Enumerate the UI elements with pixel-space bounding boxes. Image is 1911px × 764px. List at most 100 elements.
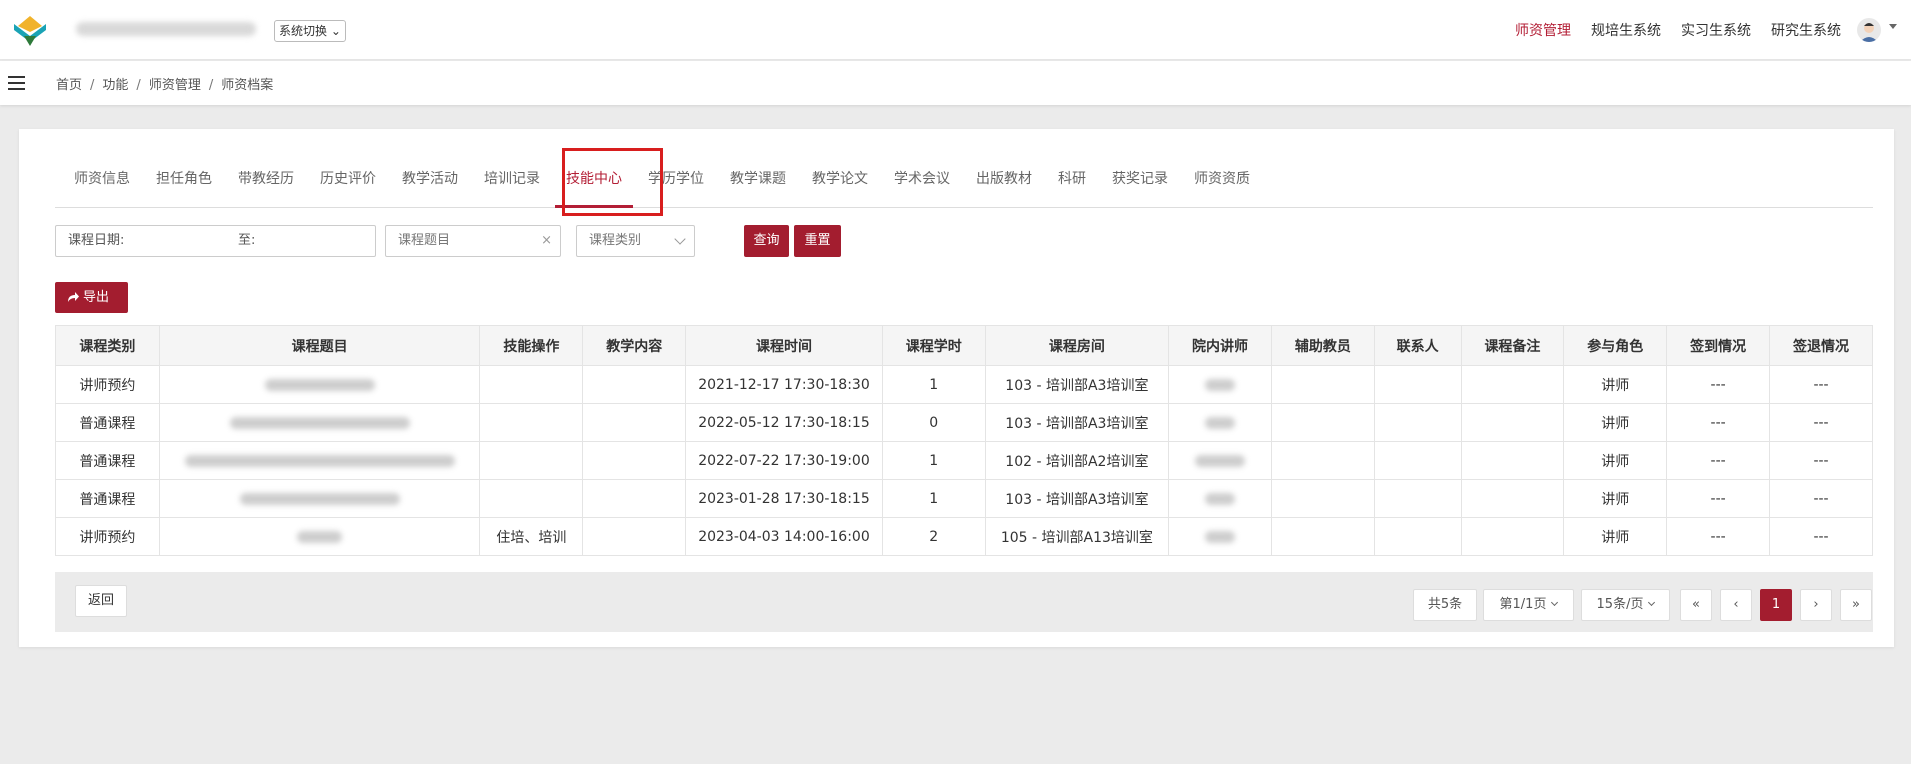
breadcrumb-teacher-management[interactable]: 师资管理 (149, 78, 201, 93)
course-title-placeholder: 课程题目 (398, 233, 451, 248)
cell-contact (1373, 403, 1462, 442)
nav-resident-system[interactable]: 规培生系统 (1591, 20, 1661, 40)
breadcrumb-bar: 首页 / 功能 / 师资管理 / 师资档案 (0, 61, 1911, 105)
back-button[interactable]: 返回 (75, 585, 127, 617)
brand-title (76, 22, 256, 36)
cell-internal-lecturer (1168, 403, 1272, 442)
nav-teacher-management[interactable]: 师资管理 (1515, 20, 1571, 40)
cell-course-time: 2021-12-17 17:30-18:30 (685, 365, 883, 404)
table-row[interactable]: 讲师预约 2021-12-17 17:30-18:30 1 103 - 培训部A… (55, 365, 1873, 404)
cell-course-note (1460, 479, 1565, 518)
last-page-button[interactable]: » (1840, 589, 1872, 621)
cell-course-room: 102 - 培训部A2培训室 (984, 441, 1170, 480)
cell-sign-in: --- (1666, 365, 1771, 404)
cell-assistant (1270, 365, 1375, 404)
tab-education-degree[interactable]: 学历学位 (635, 156, 717, 208)
table-row[interactable]: 普通课程 2022-07-22 17:30-19:00 1 102 - 培训部A… (55, 441, 1873, 480)
skill-course-table: 课程类别 课程题目 技能操作 教学内容 课程时间 课程学时 课程房间 院内讲师 … (55, 325, 1873, 556)
cell-sign-in: --- (1666, 479, 1771, 518)
cell-sign-out: --- (1769, 479, 1873, 518)
cell-course-note (1460, 365, 1565, 404)
share-icon (68, 292, 79, 302)
cell-sign-in: --- (1666, 403, 1771, 442)
tab-qualification[interactable]: 师资资质 (1181, 156, 1263, 208)
table-footer: 返回 共5条 第1/1页 15条/页 « ‹ 1 › » (55, 572, 1873, 632)
breadcrumb: 首页 / 功能 / 师资管理 / 师资档案 (56, 78, 274, 93)
cell-course-time: 2023-01-28 17:30-18:15 (685, 479, 883, 518)
query-button[interactable]: 查询 (744, 225, 789, 257)
cell-course-note (1460, 441, 1565, 480)
logo-icon (14, 16, 46, 46)
tab-roles[interactable]: 担任角色 (143, 156, 225, 208)
cell-course-time: 2023-04-03 14:00-16:00 (685, 517, 883, 556)
cell-course-time: 2022-05-12 17:30-18:15 (685, 403, 883, 442)
tab-skill-center[interactable]: 技能中心 (553, 156, 635, 208)
cell-participant-role: 讲师 (1563, 365, 1668, 404)
current-page-button[interactable]: 1 (1760, 589, 1792, 621)
cell-participant-role: 讲师 (1563, 441, 1668, 480)
nav-graduate-system[interactable]: 研究生系统 (1771, 20, 1841, 40)
cell-course-hours: 1 (881, 479, 986, 518)
reset-button[interactable]: 重置 (794, 225, 841, 257)
tab-teaching-paper[interactable]: 教学论文 (799, 156, 881, 208)
cell-sign-out: --- (1769, 441, 1873, 480)
cell-course-room: 103 - 培训部A3培训室 (984, 365, 1170, 404)
prev-page-button[interactable]: ‹ (1720, 589, 1752, 621)
clear-icon[interactable]: × (541, 226, 552, 256)
chevron-down-icon: ⌄ (330, 24, 341, 38)
tab-teaching-experience[interactable]: 带教经历 (225, 156, 307, 208)
nav-intern-system[interactable]: 实习生系统 (1681, 20, 1751, 40)
cell-course-room: 105 - 培训部A13培训室 (984, 517, 1170, 556)
cell-skill-operation (479, 441, 584, 480)
tab-research[interactable]: 科研 (1045, 156, 1099, 208)
first-page-button[interactable]: « (1680, 589, 1712, 621)
page-info-select[interactable]: 第1/1页 (1483, 589, 1574, 621)
table-row[interactable]: 普通课程 2023-01-28 17:30-18:15 1 103 - 培训部A… (55, 479, 1873, 518)
course-date-range-input[interactable]: 课程日期: 至: (55, 225, 376, 257)
cell-course-hours: 0 (881, 403, 986, 442)
course-title-input[interactable]: 课程题目 × (385, 225, 561, 257)
col-contact: 联系人 (1373, 325, 1462, 366)
cell-course-type: 讲师预约 (55, 517, 160, 556)
cell-sign-in: --- (1666, 517, 1771, 556)
col-internal-lecturer: 院内讲师 (1168, 325, 1272, 366)
col-course-note: 课程备注 (1460, 325, 1565, 366)
tab-teacher-info[interactable]: 师资信息 (55, 156, 143, 208)
chevron-down-icon (1551, 598, 1559, 607)
col-course-hours: 课程学时 (881, 325, 986, 366)
cell-assistant (1270, 403, 1375, 442)
page-size-label: 15条/页 (1596, 597, 1644, 612)
cell-contact (1373, 365, 1462, 404)
tab-teaching-project[interactable]: 教学课题 (717, 156, 799, 208)
tab-teaching-activity[interactable]: 教学活动 (389, 156, 471, 208)
chevron-down-icon (1648, 598, 1656, 607)
cell-teaching-content (582, 517, 687, 556)
course-type-select[interactable]: 课程类别 (576, 225, 695, 257)
breadcrumb-function[interactable]: 功能 (102, 78, 128, 93)
cell-sign-out: --- (1769, 365, 1873, 404)
tab-academic-conference[interactable]: 学术会议 (881, 156, 963, 208)
cell-participant-role: 讲师 (1563, 517, 1668, 556)
cell-course-type: 普通课程 (55, 403, 160, 442)
cell-course-note (1460, 517, 1565, 556)
cell-course-type: 讲师预约 (55, 365, 160, 404)
cell-sign-in: --- (1666, 441, 1771, 480)
cell-course-type: 普通课程 (55, 479, 160, 518)
menu-icon[interactable] (8, 76, 25, 90)
top-nav: 师资管理 规培生系统 实习生系统 研究生系统 (1515, 0, 1841, 60)
page-size-select[interactable]: 15条/页 (1581, 589, 1670, 621)
caret-down-icon[interactable] (1889, 24, 1897, 29)
tab-published-textbook[interactable]: 出版教材 (963, 156, 1045, 208)
col-teaching-content: 教学内容 (582, 325, 687, 366)
system-switch-select[interactable]: 系统切换 ⌄ (274, 20, 346, 42)
cell-course-title (158, 365, 481, 404)
export-button[interactable]: 导出 (55, 282, 128, 313)
breadcrumb-home[interactable]: 首页 (56, 78, 82, 93)
tab-training-record[interactable]: 培训记录 (471, 156, 553, 208)
table-row[interactable]: 普通课程 2022-05-12 17:30-18:15 0 103 - 培训部A… (55, 403, 1873, 442)
table-row[interactable]: 讲师预约 住培、培训 2023-04-03 14:00-16:00 2 105 … (55, 517, 1873, 556)
tab-history-evaluation[interactable]: 历史评价 (307, 156, 389, 208)
user-avatar[interactable] (1857, 18, 1881, 42)
tab-awards[interactable]: 获奖记录 (1099, 156, 1181, 208)
next-page-button[interactable]: › (1800, 589, 1832, 621)
